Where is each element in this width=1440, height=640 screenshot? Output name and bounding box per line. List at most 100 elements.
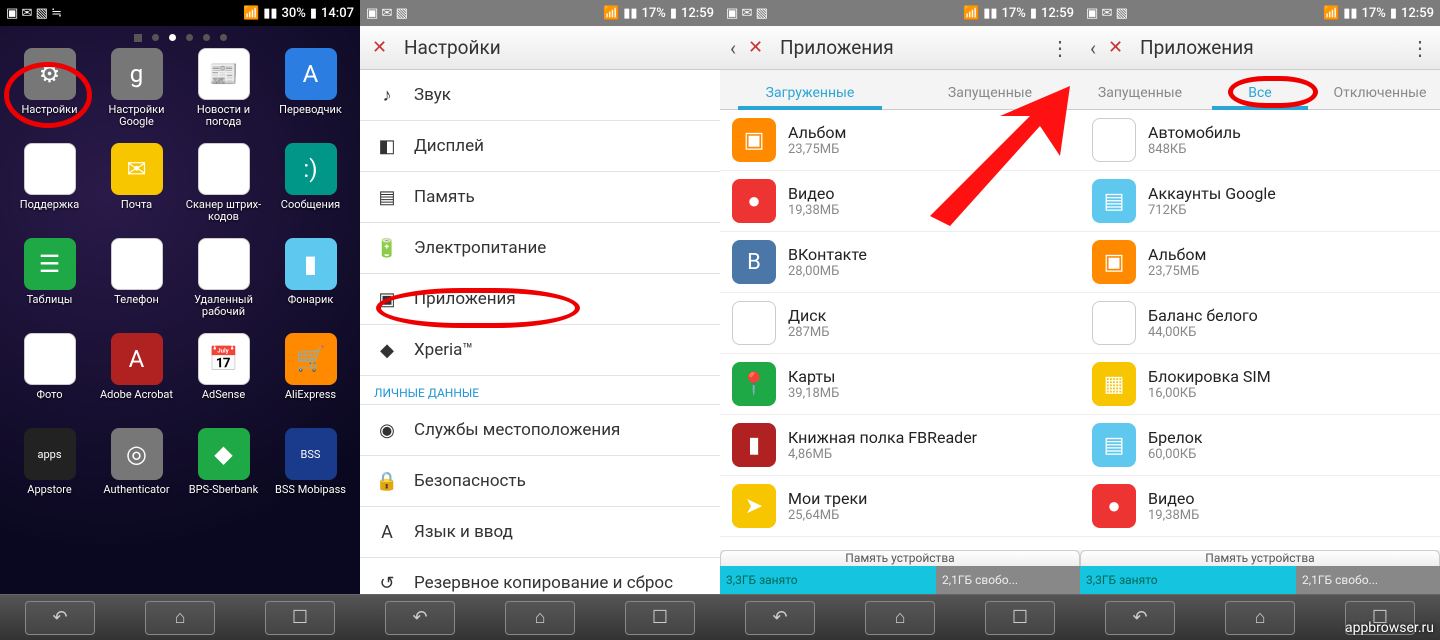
app-row-Карты[interactable]: 📍Карты39,18МБ [720,354,1080,415]
battery-icon: ▮ [1390,6,1397,21]
app-label: Appstore [27,484,71,496]
app-Фонарик[interactable]: ▮Фонарик [267,238,354,333]
recents-button[interactable]: ☐ [985,601,1055,635]
tab-Все[interactable]: Все [1200,85,1320,109]
back-chevron-icon[interactable]: ‹ [730,36,736,60]
app-label: Настройки [22,104,78,116]
app-icon: ▦ [1092,362,1136,406]
settings-row-Память[interactable]: ▤Память [360,172,720,223]
recents-button[interactable]: ☐ [625,601,695,635]
status-bar: ▣ ✉ ▧ 📶 ▮▮ 17% ▮ 12:59 [1080,0,1440,26]
back-button[interactable]: ↶ [25,601,95,635]
app-AliExpress[interactable]: 🛒AliExpress [267,333,354,428]
home-button[interactable]: ⌂ [1225,601,1295,635]
settings-row-Электропитание[interactable]: 🔋Электропитание [360,223,720,274]
app-name: Карты [788,367,839,386]
row-label: Дисплей [414,136,484,156]
row-icon: 🔋 [374,235,400,261]
overflow-menu-icon[interactable]: ⋮ [1050,36,1070,60]
app-Настройки[interactable]: ⚙Настройки [6,48,93,143]
app-Новости и погода[interactable]: 📰Новости и погода [180,48,267,143]
tab-Запущенные[interactable]: Запущенные [1080,85,1200,109]
app-row-Альбом[interactable]: ▣Альбом23,75МБ [720,110,1080,171]
app-row-Видео[interactable]: ●Видео19,38МБ [720,171,1080,232]
app-row-Альбом[interactable]: ▣ Альбом23,75МБ [1080,232,1440,293]
app-size: 848КБ [1148,142,1241,157]
app-icon: ▣ [1092,240,1136,284]
tab-Загруженные[interactable]: Загруженные [720,85,900,109]
settings-row-Дисплей[interactable]: ◧Дисплей [360,121,720,172]
app-row-Баланс белого[interactable]: ✕Баланс белого44,00КБ [1080,293,1440,354]
app-name: Альбом [1148,245,1206,264]
app-Почта[interactable]: ✉Почта [93,143,180,238]
row-label: Звук [414,85,451,105]
app-row-Автомобиль[interactable]: ◎Автомобиль848КБ [1080,110,1440,171]
app-BPS-Sberbank[interactable]: ◆BPS-Sberbank [180,428,267,523]
app-label: Настройки Google [96,104,178,128]
app-Authenticator[interactable]: ◎Authenticator [93,428,180,523]
tab-Запущенные[interactable]: Запущенные [900,85,1080,109]
back-button[interactable]: ↶ [1105,601,1175,635]
settings-row-Xperia™[interactable]: ◆Xperia™ [360,325,720,376]
app-size: 25,64МБ [788,508,867,523]
app-Таблицы[interactable]: ☰ Таблицы [6,238,93,333]
overflow-menu-icon[interactable]: ⋮ [1410,36,1430,60]
app-label: Удаленный рабочий [183,294,265,318]
battery-icon: ▮ [670,6,677,21]
back-button[interactable]: ↶ [385,601,455,635]
row-icon: ↺ [374,570,400,594]
settings-row-Безопасность[interactable]: 🔒Безопасность [360,456,720,507]
app-AdSense[interactable]: 📅AdSense [180,333,267,428]
app-Сканер штрих-кодов[interactable]: ▮▮▮Сканер штрих-кодов [180,143,267,238]
app-Телефон[interactable]: ✆Телефон [93,238,180,333]
app-row-Аккаунты Google[interactable]: ▤Аккаунты Google712КБ [1080,171,1440,232]
settings-row-Службы местоположения[interactable]: ◉Службы местоположения [360,405,720,456]
app-row-Брелок[interactable]: ▤Брелок60,00КБ [1080,415,1440,476]
storage-bar: Память устройства 3,3ГБ занято 2,1ГБ сво… [1080,566,1440,594]
signal-icon: ▮▮ [623,6,637,21]
app-Фото[interactable]: ✦Фото [6,333,93,428]
app-row-ВКонтакте[interactable]: BВКонтакте28,00МБ [720,232,1080,293]
app-Appstore[interactable]: apps Appstore [6,428,93,523]
app-Сообщения[interactable]: :)Сообщения [267,143,354,238]
app-label: Таблицы [27,294,73,306]
app-icon: 🛒 [285,333,337,385]
settings-row-Приложения[interactable]: ▣Приложения [360,274,720,325]
settings-row-Резервное копирование и сброс[interactable]: ↺ Резервное копирование и сброс [360,558,720,594]
app-row-Видео[interactable]: ●Видео19,38МБ [1080,476,1440,537]
app-Настройки Google[interactable]: gНастройки Google [93,48,180,143]
row-label: Резервное копирование и сброс [414,573,673,593]
settings-row-Язык и ввод[interactable]: AЯзык и ввод [360,507,720,558]
app-icon: ☰ [24,238,76,290]
app-size: 4,86МБ [788,447,977,462]
app-icon: 📰 [198,48,250,100]
app-size: 23,75МБ [1148,264,1206,279]
app-Удаленный рабочий[interactable]: 🖥Удаленный рабочий [180,238,267,333]
app-icon: apps [24,428,76,480]
storage-title: Память устройства [720,550,1080,566]
app-Переводчик[interactable]: AПереводчик [267,48,354,143]
app-name: Брелок [1148,428,1203,447]
app-row-Диск[interactable]: ▲Диск287МБ [720,293,1080,354]
app-row-Блокировка SIM[interactable]: ▦Блокировка SIM16,00КБ [1080,354,1440,415]
panel-apps-downloaded: ▣ ✉ ▧ 📶 ▮▮ 17% ▮ 12:59 ‹ Приложения ⋮ За… [720,0,1080,640]
home-button[interactable]: ⌂ [145,601,215,635]
app-icon: ▮ [285,238,337,290]
home-button[interactable]: ⌂ [865,601,935,635]
home-button[interactable]: ⌂ [505,601,575,635]
row-label: Xperia™ [414,340,473,360]
app-row-Книжная полка FBReader[interactable]: ▮Книжная полка FBReader4,86МБ [720,415,1080,476]
section-header: ЛИЧНЫЕ ДАННЫЕ [360,376,720,405]
app-Поддержка[interactable]: XperiaПоддержка [6,143,93,238]
app-Adobe Acrobat[interactable]: AAdobe Acrobat [93,333,180,428]
tab-Отключенные[interactable]: Отключенные [1320,85,1440,109]
app-label: Фото [37,389,63,401]
settings-row-Звук[interactable]: ♪Звук [360,70,720,121]
app-name: Видео [1148,489,1199,508]
recents-button[interactable]: ☐ [265,601,335,635]
app-BSS Mobipass[interactable]: BSSBSS Mobipass [267,428,354,523]
back-chevron-icon[interactable]: ‹ [1090,36,1096,60]
app-row-Мои треки[interactable]: ➤Мои треки25,64МБ [720,476,1080,537]
back-button[interactable]: ↶ [745,601,815,635]
app-icon: ◎ [111,428,163,480]
